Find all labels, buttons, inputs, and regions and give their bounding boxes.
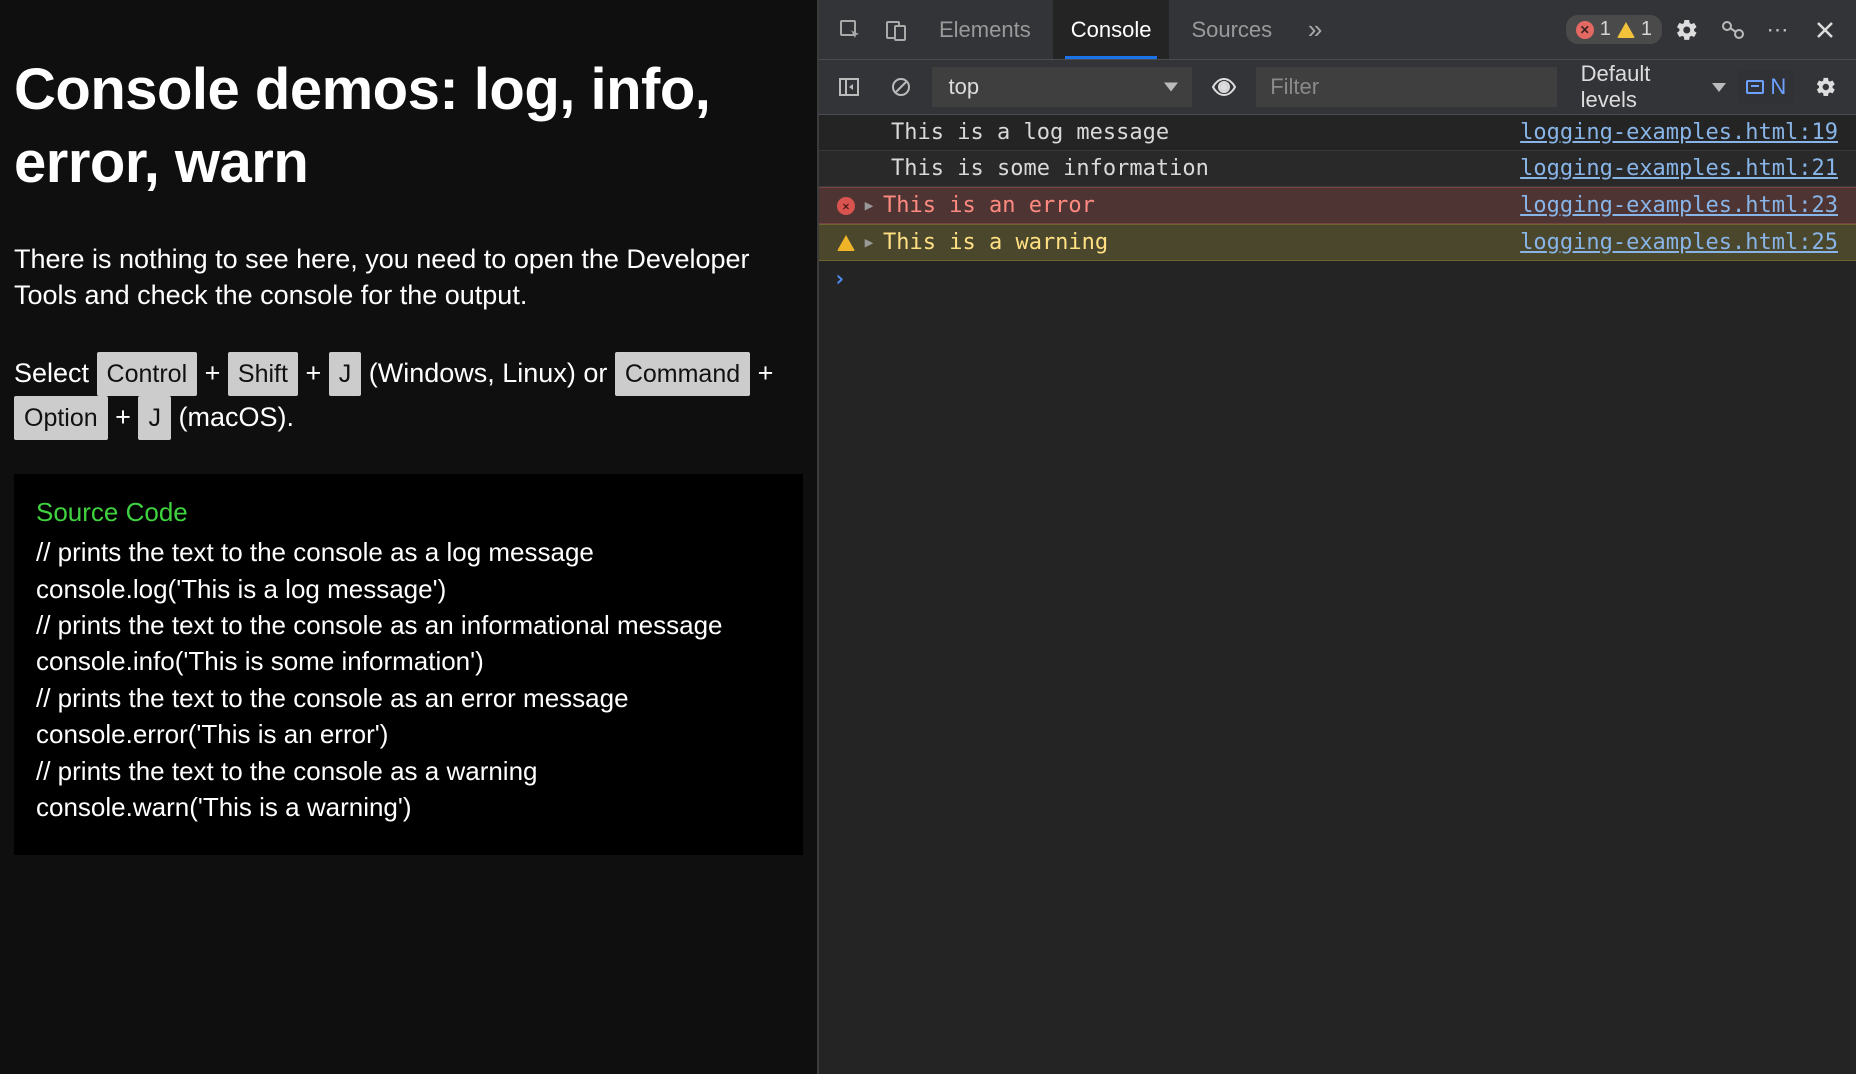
console-message: This is an error [879, 193, 1520, 218]
kbd-option: Option [14, 396, 108, 440]
clear-console-icon[interactable] [881, 66, 921, 108]
code-line: console.warn('This is a warning') [36, 789, 781, 825]
log-levels-selector[interactable]: Default levels [1581, 61, 1727, 113]
console-row-error[interactable]: ✕ ▸ This is an error logging-examples.ht… [819, 187, 1856, 224]
console-toolbar: top Default levels N [819, 60, 1856, 115]
webpage-pane: Console demos: log, info, error, warn Th… [0, 0, 817, 1074]
code-line: // prints the text to the console as an … [36, 607, 781, 643]
experiments-icon[interactable] [1712, 9, 1754, 51]
tab-sources[interactable]: Sources [1173, 0, 1290, 59]
kbd-command: Command [615, 352, 750, 396]
error-count: 1 [1600, 18, 1611, 41]
page-title: Console demos: log, info, error, warn [14, 54, 803, 199]
console-row-warn[interactable]: ▸ This is a warning logging-examples.htm… [819, 224, 1856, 261]
toggle-sidebar-icon[interactable] [829, 66, 869, 108]
error-icon: ✕ [833, 197, 859, 215]
error-warning-summary[interactable]: ✕ 1 1 [1566, 15, 1662, 44]
code-line: // prints the text to the console as a l… [36, 534, 781, 570]
code-line: console.error('This is an error') [36, 716, 781, 752]
kbd-suffix-win: (Windows, Linux) or [369, 358, 615, 388]
device-toolbar-icon[interactable] [875, 9, 917, 51]
console-row-info[interactable]: This is some information logging-example… [819, 151, 1856, 187]
code-line: console.info('This is some information') [36, 643, 781, 679]
source-code-block: Source Code // prints the text to the co… [14, 474, 803, 856]
expand-arrow-icon[interactable]: ▸ [859, 193, 879, 218]
chevron-down-icon [1712, 83, 1726, 92]
console-prompt[interactable]: › [819, 261, 1856, 298]
kbd-plus: + [750, 358, 773, 388]
warning-icon [1617, 22, 1635, 38]
kbd-plus: + [298, 358, 329, 388]
context-value: top [948, 74, 979, 100]
issues-icon [1746, 80, 1764, 94]
console-source-link[interactable]: logging-examples.html:19 [1520, 120, 1844, 145]
warning-icon [833, 235, 859, 251]
kbd-suffix-mac: (macOS). [178, 402, 294, 432]
filter-input[interactable] [1270, 74, 1542, 100]
console-source-link[interactable]: logging-examples.html:21 [1520, 156, 1844, 181]
close-icon[interactable] [1804, 9, 1846, 51]
code-line: // prints the text to the console as a w… [36, 753, 781, 789]
settings-icon[interactable] [1666, 9, 1708, 51]
more-tabs-icon[interactable]: » [1294, 9, 1336, 51]
console-source-link[interactable]: logging-examples.html:25 [1520, 230, 1844, 255]
kbd-control: Control [97, 352, 198, 396]
console-message: This is a log message [859, 120, 1520, 145]
chevron-double-right-icon: » [1308, 14, 1322, 45]
code-line: console.log('This is a log message') [36, 571, 781, 607]
levels-label: Default levels [1581, 61, 1705, 113]
error-icon: ✕ [1576, 21, 1594, 39]
code-line: // prints the text to the console as an … [36, 680, 781, 716]
console-row-log[interactable]: This is a log message logging-examples.h… [819, 115, 1856, 151]
devtools-tabbar: Elements Console Sources » ✕ 1 1 ⋯ [819, 0, 1856, 60]
expand-arrow-icon[interactable]: ▸ [859, 230, 879, 255]
page-description: There is nothing to see here, you need t… [14, 241, 774, 314]
issues-button[interactable]: N [1738, 70, 1794, 104]
console-settings-icon[interactable] [1806, 66, 1846, 108]
kbd-j: J [329, 352, 362, 396]
chevron-down-icon [1164, 83, 1178, 92]
prompt-chevron-icon: › [833, 267, 846, 292]
code-title: Source Code [36, 494, 781, 530]
filter-input-wrapper[interactable] [1256, 67, 1556, 107]
more-options-icon[interactable]: ⋯ [1758, 9, 1800, 51]
kbd-prefix: Select [14, 358, 97, 388]
inspect-element-icon[interactable] [829, 9, 871, 51]
kbd-plus: + [197, 358, 228, 388]
devtools-pane: Elements Console Sources » ✕ 1 1 ⋯ top [817, 0, 1856, 1074]
kbd-j-mac: J [138, 396, 171, 440]
console-message: This is some information [859, 156, 1520, 181]
kbd-shift: Shift [228, 352, 298, 396]
console-log-area: This is a log message logging-examples.h… [819, 115, 1856, 1074]
console-source-link[interactable]: logging-examples.html:23 [1520, 193, 1844, 218]
context-selector[interactable]: top [932, 67, 1192, 107]
tab-elements[interactable]: Elements [921, 0, 1049, 59]
live-expression-icon[interactable] [1204, 66, 1244, 108]
console-message: This is a warning [879, 230, 1520, 255]
keyboard-shortcut-help: Select Control + Shift + J (Windows, Lin… [14, 352, 803, 440]
issues-label: N [1770, 74, 1786, 100]
tab-console[interactable]: Console [1053, 0, 1170, 59]
warning-count: 1 [1641, 18, 1652, 41]
kbd-plus: + [108, 402, 139, 432]
